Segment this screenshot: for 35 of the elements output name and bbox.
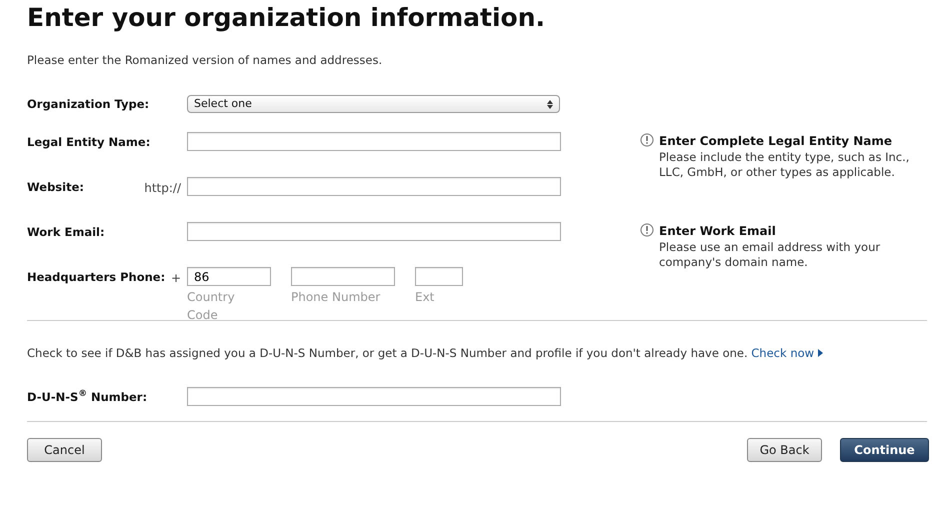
field-label: D-U-N-S$^{®}$ Number: [27, 388, 148, 406]
updown-icon [547, 100, 553, 109]
prefix-text: http:// [144, 180, 181, 198]
phone-field[interactable]: 86 [187, 267, 271, 286]
field-caption: Phone Number [291, 289, 382, 306]
duns-note: Check to see if D&B has assigned you a D-U-N-S Number, or get a D-U-N-S Number and profile if you don't already have one. Check now [27, 345, 927, 362]
info-icon [640, 223, 654, 238]
field-label: Headquarters Phone: [27, 269, 166, 286]
field-label: Work Email: [27, 224, 105, 242]
secondary-button[interactable]: Cancel [27, 438, 102, 462]
field-label: Legal Entity Name: [27, 134, 150, 152]
field-caption: Ext [415, 289, 436, 306]
duns-field[interactable] [187, 386, 561, 406]
phone-field[interactable] [291, 267, 395, 286]
text-field[interactable] [187, 132, 561, 152]
hint-title: Enter Complete Legal Entity Name [659, 133, 894, 150]
select-value: Select one [194, 96, 252, 112]
field-caption: Country Code [187, 289, 236, 324]
phone-field[interactable] [415, 267, 463, 286]
check-now-link[interactable]: Check now [751, 346, 823, 360]
info-icon [640, 133, 654, 148]
select-field[interactable]: Select one [187, 95, 560, 114]
page-title: Enter your organization information. [27, 2, 546, 34]
intro-text: Please enter the Romanized version of names and addresses. [27, 52, 384, 69]
hint-text: Please use an email address with your company's domain name. [659, 240, 882, 270]
text-field[interactable] [187, 177, 561, 196]
hint-title: Enter Work Email [659, 223, 777, 240]
field-label: Website: [27, 179, 84, 196]
triangle-icon [818, 349, 823, 358]
secondary-button[interactable]: Go Back [747, 438, 822, 462]
text-field[interactable] [187, 222, 561, 242]
prefix-text: + [170, 270, 181, 288]
continue-button[interactable]: Continue [840, 438, 929, 462]
hint-text: Please include the entity type, such as Inc., LLC, GmbH, or other types as applicable. [659, 150, 910, 180]
field-label: Organization Type: [27, 96, 150, 113]
